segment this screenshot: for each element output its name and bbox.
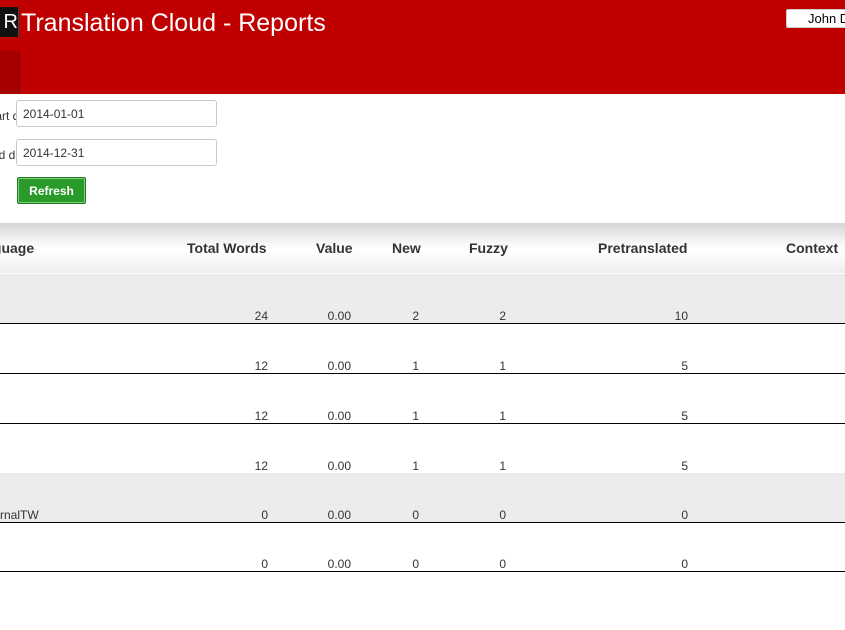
column-header-context[interactable]: Context — [786, 240, 838, 256]
cell-total-words: 24 — [254, 309, 268, 323]
table-row: InternalTW 0 0.00 0 0 0 — [0, 473, 845, 523]
table-row: 24 0.00 2 2 10 — [0, 274, 845, 324]
cell-value: 0.00 — [327, 508, 351, 522]
cell-pretranslated: 5 — [681, 359, 688, 373]
cell-pretranslated: 10 — [674, 309, 688, 323]
cell-value: 0.00 — [327, 409, 351, 423]
cell-language: InternalTW — [0, 508, 39, 522]
cell-fuzzy: 0 — [499, 508, 506, 522]
cell-new: 1 — [412, 409, 419, 423]
cell-new: 1 — [412, 359, 419, 373]
cell-value: 0.00 — [327, 557, 351, 571]
cell-total-words: 12 — [254, 459, 268, 473]
cell-pretranslated: 0 — [681, 508, 688, 522]
cell-value: 0.00 — [327, 359, 351, 373]
nav-tab[interactable] — [0, 51, 20, 94]
cell-total-words: 12 — [254, 359, 268, 373]
cell-total-words: 12 — [254, 409, 268, 423]
cell-total-words: 0 — [261, 508, 268, 522]
cell-fuzzy: 1 — [499, 409, 506, 423]
table-row: 12 0.00 1 1 5 — [0, 374, 845, 424]
refresh-button[interactable]: Refresh — [17, 177, 86, 204]
end-date-input[interactable] — [16, 139, 217, 166]
column-header-new[interactable]: New — [392, 240, 421, 256]
cell-total-words: 0 — [261, 557, 268, 571]
column-header-fuzzy[interactable]: Fuzzy — [469, 240, 508, 256]
start-date-input[interactable] — [16, 100, 217, 127]
cell-pretranslated: 5 — [681, 459, 688, 473]
table-row: 12 0.00 1 1 5 — [0, 424, 845, 474]
cell-pretranslated: 0 — [681, 557, 688, 571]
column-header-language[interactable]: Language — [0, 240, 34, 256]
app-logo: R — [0, 7, 19, 37]
column-header-total-words[interactable]: Total Words — [187, 240, 267, 256]
cell-new: 2 — [412, 309, 419, 323]
cell-value: 0.00 — [327, 459, 351, 473]
cell-pretranslated: 5 — [681, 409, 688, 423]
table-row: 0 0.00 0 0 0 — [0, 522, 845, 572]
cell-fuzzy: 2 — [499, 309, 506, 323]
table-row: 12 0.00 1 1 5 — [0, 324, 845, 374]
cell-fuzzy: 1 — [499, 459, 506, 473]
user-menu[interactable]: John D — [786, 9, 845, 28]
cell-fuzzy: 0 — [499, 557, 506, 571]
cell-new: 1 — [412, 459, 419, 473]
app-title: Translation Cloud - Reports — [21, 9, 326, 37]
cell-new: 0 — [412, 557, 419, 571]
cell-fuzzy: 1 — [499, 359, 506, 373]
app-header: R Translation Cloud - Reports John D — [0, 0, 845, 94]
cell-value: 0.00 — [327, 309, 351, 323]
table-header: Language Total Words Value New Fuzzy Pre… — [0, 223, 845, 273]
column-header-value[interactable]: Value — [316, 240, 353, 256]
cell-new: 0 — [412, 508, 419, 522]
column-header-pretranslated[interactable]: Pretranslated — [598, 240, 687, 256]
